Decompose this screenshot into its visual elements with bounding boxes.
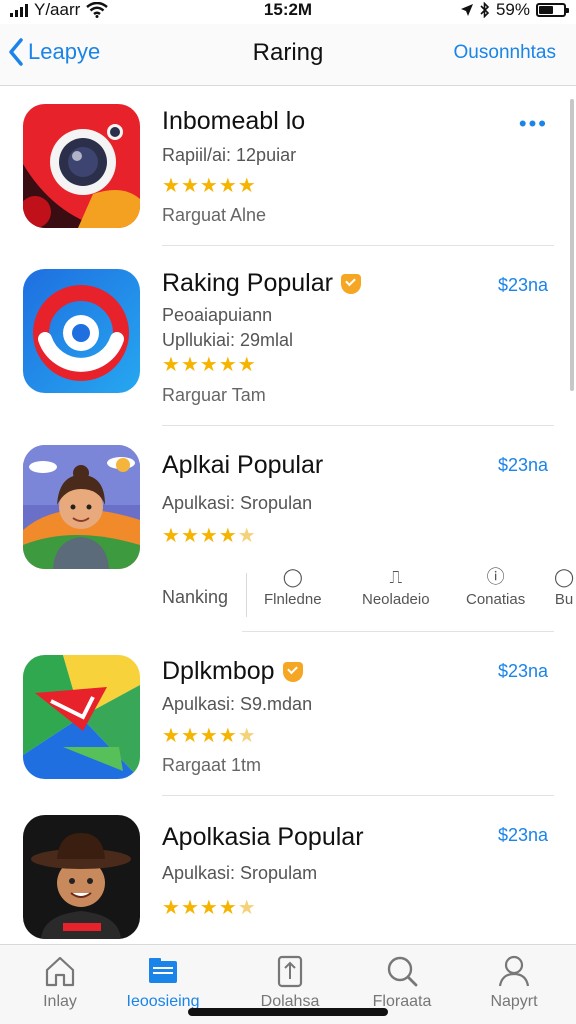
tab-apps[interactable]: Dolahsa — [240, 953, 340, 1011]
tablet-icon — [277, 955, 303, 988]
star-icon: ★ — [180, 175, 200, 197]
star-icon: ★ — [237, 525, 257, 547]
navigation-bar: Leapye Raring Ousonnhtas — [0, 24, 576, 86]
app-name: Raking Popular — [162, 269, 361, 298]
filter-item[interactable]: ⎍ Neoladeio — [362, 565, 430, 608]
star-icon: ★ — [218, 897, 238, 919]
home-icon — [45, 956, 75, 987]
verified-badge-icon — [282, 661, 303, 682]
app-subtitle: Apulkasi: Sropulam — [162, 863, 318, 883]
status-right: 59% — [460, 0, 569, 20]
app-name: Dplkmbop — [162, 657, 303, 686]
star-icon: ★ — [162, 525, 181, 547]
star-icon: ★ — [162, 725, 181, 747]
divider — [162, 245, 554, 246]
star-icon: ★ — [199, 354, 219, 376]
tab-profile[interactable]: Napyrt — [464, 953, 564, 1011]
person-icon — [498, 955, 530, 987]
star-icon: ★ — [180, 725, 200, 747]
app-subtitle: Rapiil/ai: 12puiar — [162, 145, 297, 165]
price-button[interactable]: $23na — [498, 825, 548, 846]
home-indicator — [188, 1008, 388, 1016]
star-icon: ★ — [199, 175, 219, 197]
rating-stars: ★★★★★ — [162, 352, 257, 377]
star-icon: ★ — [218, 354, 238, 376]
avatar-app-icon[interactable] — [23, 445, 140, 569]
divider — [162, 425, 554, 426]
rating-stars: ★★★★★ — [162, 723, 257, 748]
star-icon: ★ — [199, 525, 219, 547]
rating-stars: ★★★★★ — [162, 523, 257, 548]
star-icon: ★ — [180, 897, 200, 919]
app-meta: Rargaat 1tm — [162, 755, 262, 775]
star-icon: ★ — [180, 354, 200, 376]
tab-search[interactable]: Floraata — [352, 953, 452, 1011]
rating-stars: ★★★★★ — [162, 895, 257, 920]
scroll-indicator — [570, 99, 574, 391]
app-meta: Rarguar Tam — [162, 385, 266, 405]
star-icon: ★ — [162, 354, 181, 376]
star-icon: ★ — [218, 525, 238, 547]
app-name: Inbomeabl lo — [162, 107, 306, 135]
circle-icon: ◯ — [554, 567, 575, 587]
circle-icon: ◯ — [282, 567, 303, 587]
star-icon: ★ — [237, 897, 257, 919]
bluetooth-icon — [480, 2, 490, 18]
rating-stars: ★★★★★ — [162, 173, 257, 198]
app-subtitle-secondary: Upllukiai: 29mlal — [162, 330, 294, 350]
filter-label: Nanking — [162, 587, 229, 607]
filter-item[interactable]: ◯ Bu — [554, 565, 574, 608]
star-icon: ★ — [199, 725, 219, 747]
verified-badge-icon — [340, 273, 361, 294]
price-button[interactable]: $23na — [498, 275, 548, 296]
app-subtitle: Apulkasi: Sropulan — [162, 493, 313, 513]
app-subtitle: Peoaiapuiann — [162, 305, 273, 325]
star-icon: ★ — [199, 897, 219, 919]
location-icon — [460, 4, 473, 16]
divider — [242, 631, 554, 632]
filter-item[interactable]: ◯ Flnledne — [264, 565, 322, 608]
search-icon — [387, 956, 418, 987]
star-icon: ★ — [162, 897, 181, 919]
battery-percent: 59% — [495, 0, 530, 19]
info-icon: ⓘ — [486, 567, 505, 587]
star-icon: ★ — [162, 175, 181, 197]
star-icon: ★ — [218, 725, 238, 747]
price-button[interactable]: $23na — [498, 661, 548, 682]
price-button[interactable]: $23na — [498, 455, 548, 476]
filter-bar: Nanking ◯ Flnledne ⎍ Neoladeio ⓘ Conatia… — [0, 565, 576, 635]
tab-today[interactable]: Inlay — [10, 953, 110, 1011]
filter-item[interactable]: ⓘ Conatias — [466, 565, 525, 608]
star-icon: ★ — [218, 175, 238, 197]
mail-app-icon[interactable] — [23, 655, 140, 779]
star-icon: ★ — [237, 725, 257, 747]
app-subtitle: Apulkasi: S9.mdan — [162, 694, 313, 714]
ring-app-icon[interactable] — [23, 269, 140, 393]
app-meta: Rarguat Alne — [162, 205, 267, 225]
folder-icon — [149, 958, 177, 983]
battery-fill — [539, 6, 554, 14]
star-icon: ★ — [237, 354, 257, 376]
more-options-button[interactable]: ••• — [519, 111, 548, 137]
filter-separator — [246, 573, 247, 617]
ticket-icon: ⎍ — [389, 567, 403, 587]
app-list[interactable]: Inbomeabl lo ••• Rapiil/ai: 12puiar ★★★★… — [0, 87, 576, 944]
app-name: Aplkai Popular — [162, 451, 324, 479]
character-app-icon[interactable] — [23, 815, 140, 939]
status-bar: Y/aarr 15:2M 59% — [0, 0, 576, 24]
camera-app-icon[interactable] — [23, 104, 140, 228]
nav-action-button[interactable]: Ousonnhtas — [454, 42, 556, 64]
app-name: Apolkasia Popular — [162, 823, 364, 851]
tab-ranking[interactable]: Ieoosieing — [113, 953, 213, 1011]
divider — [162, 795, 554, 796]
battery-icon — [536, 3, 569, 17]
star-icon: ★ — [237, 175, 257, 197]
star-icon: ★ — [180, 525, 200, 547]
